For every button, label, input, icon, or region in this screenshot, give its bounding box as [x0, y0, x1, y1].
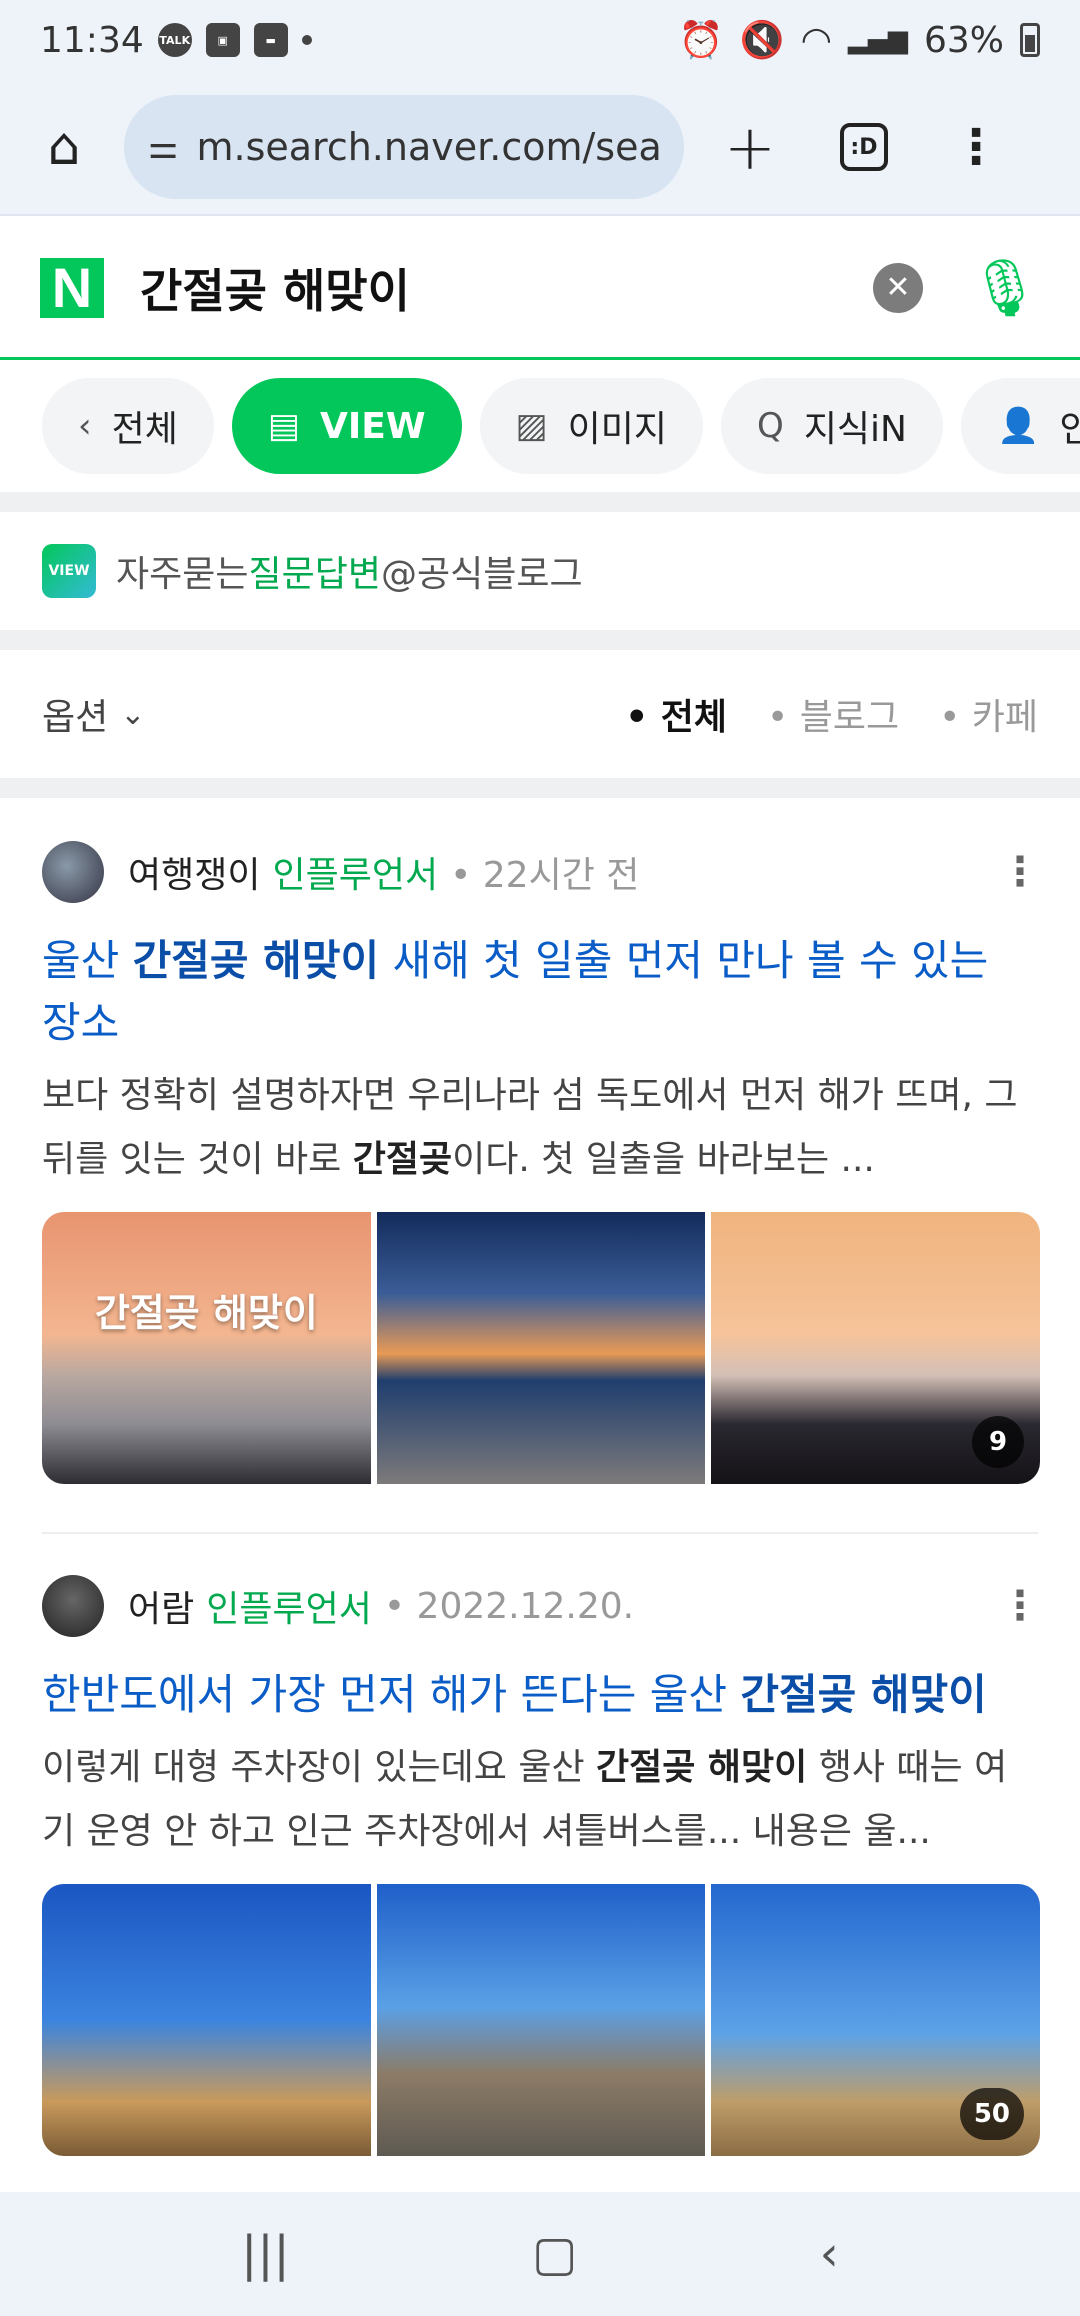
post-card: 어람 인플루언서 • 2022.12.20. ⋮ 한반도에서 가장 먼저 해가 … [42, 1574, 1040, 2156]
tab-image[interactable]: ▨ 이미지 [479, 378, 704, 474]
influencer-badge: 인플루언서 [272, 855, 439, 896]
status-time: 11:34 [40, 19, 144, 61]
filter-all[interactable]: • 전체 [625, 688, 727, 740]
thumbnail-image[interactable] [42, 1884, 371, 2156]
category-tabs: ‹ 전체 ▤ VIEW ▨ 이미지 Q 지식iN 👤 인플루 [0, 362, 1080, 490]
status-bar: 11:34 TALK ▣ ▬ ⏰ 🔇 ◠ ▂▄▆ 63% [0, 0, 1080, 80]
system-nav-bar: ||| ▢ ‹ [0, 2192, 1080, 2316]
talk-icon: TALK [157, 23, 192, 57]
tab-view[interactable]: ▤ VIEW [231, 378, 462, 474]
tab-kin[interactable]: Q 지식iN [721, 378, 943, 474]
tab-influencer[interactable]: 👤 인플루 [960, 378, 1080, 474]
search-input[interactable]: 간절곶 해맞이 [140, 255, 410, 321]
more-options-icon[interactable]: ⋮ [1000, 849, 1040, 895]
post-author-row: 어람 인플루언서 • 2022.12.20. ⋮ [42, 1574, 1040, 1638]
thumbnail-image[interactable] [376, 1212, 706, 1484]
qna-icon: Q [757, 406, 784, 446]
voice-search-icon[interactable]: 🎙 [969, 255, 1040, 321]
post-thumbnails[interactable]: 50 [42, 1884, 1040, 2156]
post-divider [42, 1532, 1038, 1534]
search-bar: N 간절곶 해맞이 ✕ 🎙 [0, 218, 1080, 360]
thumbnail-image[interactable] [376, 1884, 706, 2156]
battery-icon [1020, 23, 1040, 57]
mute-icon: 🔇 [739, 20, 785, 61]
options-row: 옵션 ⌄ • 전체 • 블로그 • 카페 [0, 650, 1080, 778]
message-icon: ▬ [253, 23, 288, 57]
more-notifications-icon [301, 35, 312, 45]
post-time: • 2022.12.20. [383, 1585, 635, 1627]
home-button-icon[interactable]: ▢ [532, 2226, 577, 2282]
more-options-icon[interactable]: ⋮ [1000, 1583, 1040, 1629]
image-icon: ▨ [515, 406, 548, 446]
gallery-icon: ▣ [205, 23, 240, 57]
battery-level: 63% [923, 19, 1004, 61]
tab-switcher-button[interactable]: :D [839, 123, 888, 171]
wifi-icon: ◠ [800, 19, 832, 61]
browser-toolbar: ⌂ ⚌ m.search.naver.com/sea + :D ⋮ [0, 80, 1080, 216]
influencer-badge: 인플루언서 [206, 1589, 372, 1630]
filter-blog[interactable]: • 블로그 [767, 688, 899, 740]
options-button[interactable]: 옵션 [42, 688, 108, 740]
signal-icon: ▂▄▆ [847, 25, 908, 55]
url-text: m.search.naver.com/sea [196, 125, 662, 169]
post-thumbnails[interactable]: 간절곶 해맞이 9 [42, 1212, 1040, 1484]
filter-cafe[interactable]: • 카페 [939, 688, 1038, 740]
tab-all[interactable]: ‹ 전체 [42, 378, 214, 474]
new-tab-icon[interactable]: + [724, 111, 776, 184]
alarm-icon: ⏰ [678, 20, 724, 61]
view-badge-icon: VIEW [42, 544, 96, 598]
post-title[interactable]: 한반도에서 가장 먼저 해가 뜬다는 울산 간절곶 해맞이 [42, 1664, 1040, 1726]
post-title[interactable]: 울산 간절곶 해맞이 새해 첫 일출 먼저 만나 볼 수 있는 장소 [42, 930, 1040, 1054]
thumbnail-image[interactable]: 9 [711, 1212, 1040, 1484]
site-settings-icon[interactable]: ⚌ [148, 127, 178, 167]
person-icon: 👤 [996, 406, 1040, 446]
image-count-badge: 50 [959, 2088, 1025, 2140]
faq-text: 자주묻는질문답변@공식블로그 [116, 554, 583, 595]
post-author-row: 여행쟁이 인플루언서 • 22시간 전 ⋮ [42, 840, 1040, 904]
thumbnail-overlay-text: 간절곶 해맞이 [94, 1291, 318, 1335]
author-name[interactable]: 어람 [128, 1580, 194, 1632]
naver-logo[interactable]: N [40, 256, 104, 319]
section-divider [0, 630, 1080, 650]
avatar[interactable] [42, 841, 104, 903]
faq-banner[interactable]: VIEW 자주묻는질문답변@공식블로그 [0, 512, 1080, 630]
author-name[interactable]: 여행쟁이 [128, 846, 260, 898]
home-icon[interactable]: ⌂ [30, 113, 98, 181]
section-divider [0, 492, 1080, 512]
section-divider [0, 778, 1080, 798]
avatar[interactable] [42, 1575, 104, 1637]
back-icon[interactable]: ‹ [820, 2226, 839, 2282]
post-card: 여행쟁이 인플루언서 • 22시간 전 ⋮ 울산 간절곶 해맞이 새해 첫 일출… [42, 840, 1040, 1484]
post-snippet[interactable]: 보다 정확히 설명하자면 우리나라 섬 독도에서 먼저 해가 뜨며, 그 뒤를 … [42, 1064, 1040, 1192]
doc-icon: ▤ [267, 406, 300, 446]
clear-search-icon[interactable]: ✕ [872, 262, 923, 313]
address-bar[interactable]: ⚌ m.search.naver.com/sea [124, 95, 684, 199]
post-time: • 22시간 전 [450, 855, 640, 896]
browser-menu-icon[interactable]: ⋮ [952, 119, 1000, 175]
chevron-down-icon[interactable]: ⌄ [120, 697, 145, 732]
recent-apps-icon[interactable]: ||| [241, 2226, 290, 2282]
chevron-left-icon: ‹ [78, 406, 92, 446]
thumbnail-image[interactable]: 50 [711, 1884, 1040, 2156]
post-snippet[interactable]: 이렇게 대형 주차장이 있는데요 울산 간절곶 해맞이 행사 때는 여기 운영 … [42, 1736, 1040, 1864]
thumbnail-image[interactable]: 간절곶 해맞이 [42, 1212, 371, 1484]
image-count-badge: 9 [972, 1416, 1025, 1468]
